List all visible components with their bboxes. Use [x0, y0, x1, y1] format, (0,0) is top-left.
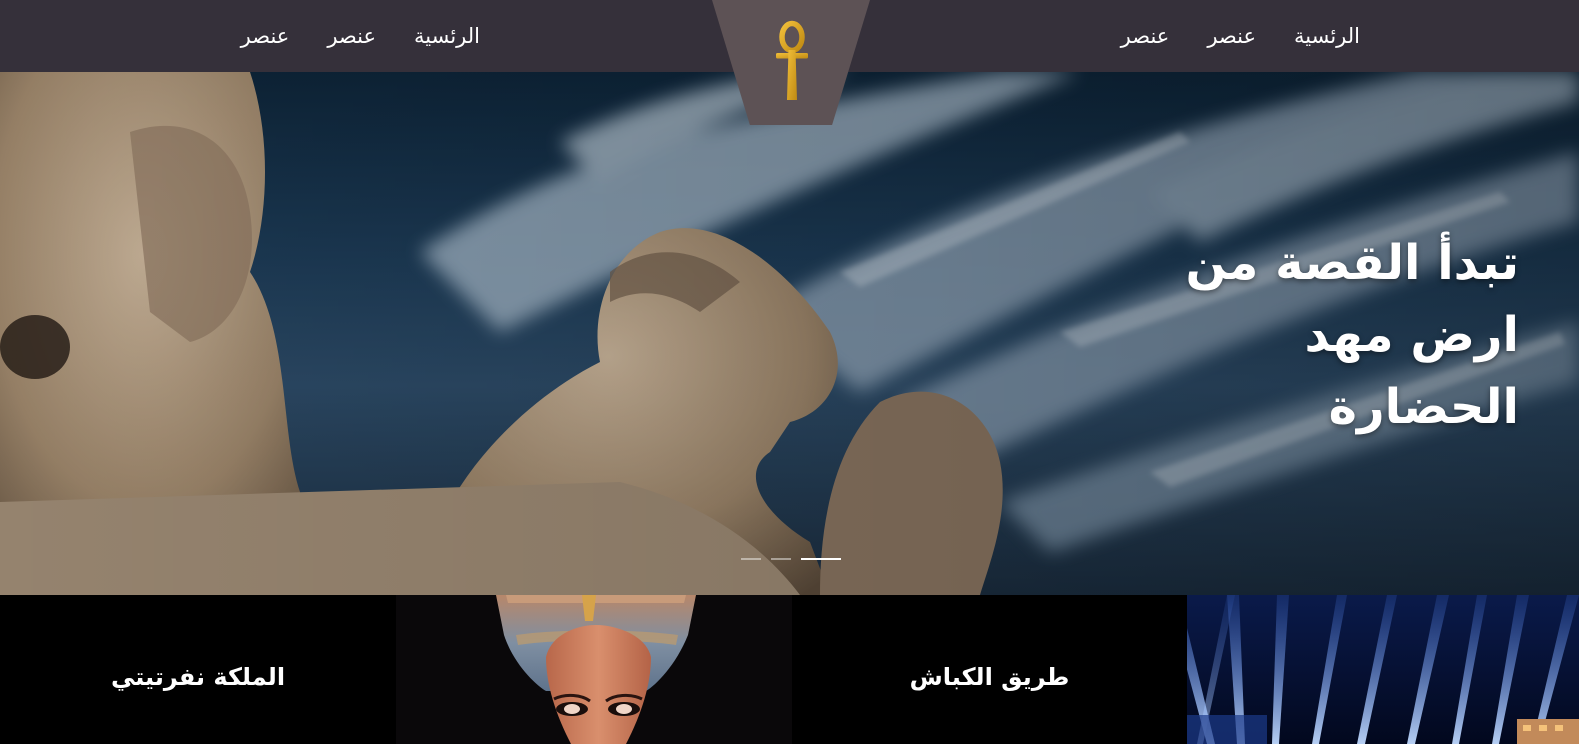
ankh-icon — [776, 20, 808, 100]
nav-item-element[interactable]: عنصر — [1207, 24, 1256, 48]
nefertiti-bust-image[interactable] — [396, 595, 792, 744]
nav-item-element[interactable]: عنصر — [1121, 24, 1170, 48]
feature-cards: الملكة نفرتيتي طريق الكباش — [0, 595, 1579, 744]
hero-slider: تبدأ القصة من ارض مهد الحضارة — [0, 72, 1579, 595]
hero-headline-line: الحضارة — [1328, 379, 1519, 435]
slide-indicator-3[interactable] — [801, 558, 841, 560]
nav-item-home[interactable]: الرئسية — [414, 24, 480, 48]
light-show-image[interactable] — [1187, 595, 1579, 744]
nav-item-element[interactable]: عنصر — [241, 24, 290, 48]
nav-left: الرئسية عنصر عنصر — [220, 0, 480, 72]
slider-indicators — [741, 558, 841, 560]
nav-item-element[interactable]: عنصر — [327, 24, 376, 48]
card-avenue-of-sphinxes[interactable]: طريق الكباش — [792, 595, 1187, 744]
card-title: طريق الكباش — [909, 662, 1070, 691]
card-title: الملكة نفرتيتي — [110, 662, 286, 691]
nefertiti-bust-image-art — [396, 595, 792, 744]
nav-right: الرئسية عنصر عنصر — [1100, 0, 1360, 72]
slide-indicator-1[interactable] — [741, 558, 761, 560]
nav-item-home[interactable]: الرئسية — [1294, 24, 1360, 48]
hero-headline: تبدأ القصة من ارض مهد الحضارة — [999, 227, 1519, 443]
hero-headline-line: تبدأ القصة من — [1185, 235, 1519, 291]
card-nefertiti[interactable]: الملكة نفرتيتي — [0, 595, 396, 744]
hero-headline-line: ارض مهد — [1304, 307, 1520, 363]
light-show-image-art — [1187, 595, 1579, 744]
slide-indicator-2[interactable] — [771, 558, 791, 560]
